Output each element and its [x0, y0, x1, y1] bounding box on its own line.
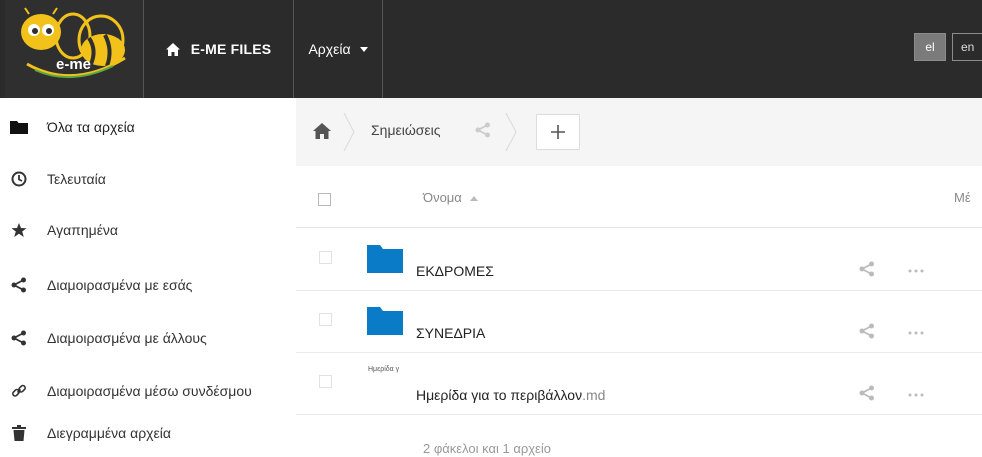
folder-icon	[10, 118, 28, 136]
language-en-button[interactable]: en	[952, 33, 982, 61]
table-row[interactable]: ΕΚΔΡΟΜΕΣ	[296, 229, 982, 291]
folder-icon	[367, 245, 403, 273]
files-menu-label: Αρχεία	[308, 41, 351, 57]
star-icon	[10, 221, 28, 239]
clock-icon	[10, 170, 28, 188]
sidebar-item-label: Διαμοιρασμένα με άλλους	[47, 330, 207, 346]
sidebar-item-shared-with-you[interactable]: Διαμοιρασμένα με εσάς	[0, 270, 296, 300]
file-name[interactable]: ΕΚΔΡΟΜΕΣ	[416, 263, 494, 279]
top-bar: e-me E-ME FILES Αρχεία el en	[0, 0, 982, 98]
sidebar-item-favorites[interactable]: Αγαπημένα	[0, 215, 296, 245]
breadcrumb: Σημειώσεις	[296, 98, 982, 166]
caret-down-icon	[359, 46, 368, 52]
share-icon[interactable]	[859, 261, 875, 277]
select-all-checkbox[interactable]	[318, 193, 331, 206]
files-menu-dropdown[interactable]: Αρχεία	[294, 0, 382, 98]
sort-ascending-icon	[469, 196, 478, 202]
sidebar-item-label: Διαμοιρασμένα με εσάς	[47, 277, 193, 293]
add-new-button[interactable]	[536, 114, 580, 150]
row-checkbox[interactable]	[319, 251, 332, 264]
sidebar-item-label: Όλα τα αρχεία	[47, 119, 135, 135]
chevron-right-icon	[505, 112, 517, 152]
divider	[382, 0, 383, 98]
sidebar-item-recent[interactable]: Τελευταία	[0, 164, 296, 194]
column-header-name-label: Όνομα	[423, 190, 462, 205]
sidebar-item-shared-with-others[interactable]: Διαμοιρασμένα με άλλους	[0, 323, 296, 353]
folder-icon	[367, 307, 403, 335]
bee-logo-icon	[21, 7, 126, 79]
sidebar-item-label: Διεγραμμένα αρχεία	[47, 425, 171, 441]
share-icon	[10, 329, 28, 347]
file-name[interactable]: ΣΥΝΕΔΡΙΑ	[416, 325, 485, 341]
sidebar: Όλα τα αρχεία Τελευταία Αγαπημένα Διαμοι…	[0, 98, 296, 457]
sidebar-item-label: Διαμοιρασμένα μέσω συνδέσμου	[47, 383, 252, 399]
sidebar-item-all-files[interactable]: Όλα τα αρχεία	[0, 112, 296, 142]
file-thumbnail: Ημερίδα γ	[368, 366, 400, 373]
sidebar-item-label: Τελευταία	[47, 171, 106, 187]
brand-label: E-ME FILES	[190, 41, 272, 57]
sidebar-item-deleted-files[interactable]: Διεγραμμένα αρχεία	[0, 418, 296, 448]
home-icon[interactable]	[312, 122, 332, 140]
logo[interactable]: e-me	[5, 0, 143, 98]
more-options-icon[interactable]	[908, 269, 924, 273]
table-row[interactable]: ΣΥΝΕΔΡΙΑ	[296, 291, 982, 353]
share-icon[interactable]	[475, 122, 491, 138]
chevron-right-icon	[343, 112, 355, 152]
more-options-icon[interactable]	[908, 331, 924, 335]
share-icon	[10, 276, 28, 294]
more-options-icon[interactable]	[908, 393, 924, 397]
trash-icon	[10, 424, 28, 442]
home-icon	[165, 42, 180, 56]
language-el-button[interactable]: el	[914, 33, 946, 61]
logo-text: e-me	[56, 56, 92, 73]
file-summary: 2 φάκελοι και 1 αρχείο	[423, 441, 551, 456]
file-name-base: Ημερίδα για το περιβάλλον	[416, 387, 583, 403]
breadcrumb-current[interactable]: Σημειώσεις	[371, 122, 441, 138]
column-header-modified[interactable]: Μέ	[954, 190, 971, 205]
plus-icon	[551, 125, 565, 139]
share-icon[interactable]	[859, 385, 875, 401]
table-row[interactable]: Ημερίδα γ Ημερίδα για το περιβάλλον.md	[296, 353, 982, 415]
file-extension: .md	[582, 387, 606, 403]
brand-home-link[interactable]: E-ME FILES	[143, 0, 293, 98]
row-checkbox[interactable]	[319, 375, 332, 388]
share-icon[interactable]	[859, 323, 875, 339]
sidebar-item-shared-by-link[interactable]: Διαμοιρασμένα μέσω συνδέσμου	[0, 376, 296, 406]
column-header-name[interactable]: Όνομα	[423, 190, 478, 205]
link-icon	[10, 382, 28, 400]
row-checkbox[interactable]	[319, 313, 332, 326]
sidebar-item-label: Αγαπημένα	[47, 222, 119, 238]
file-table-header: Όνομα Μέ	[296, 166, 982, 228]
file-name[interactable]: Ημερίδα για το περιβάλλον.md	[416, 387, 605, 403]
